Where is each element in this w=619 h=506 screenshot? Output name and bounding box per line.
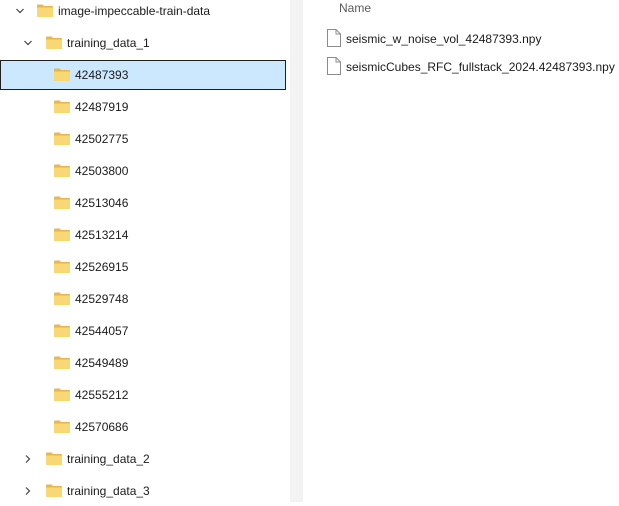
tree-item-label: 42487393 bbox=[75, 68, 129, 82]
tree-item-label: 42513046 bbox=[75, 196, 129, 210]
tree-item-folder[interactable]: 42570686 bbox=[0, 412, 286, 442]
folder-icon bbox=[54, 100, 70, 113]
folder-icon bbox=[54, 228, 70, 241]
tree-item-label: 42549489 bbox=[75, 356, 129, 370]
file-name: seismicCubes_RFC_fullstack_2024.42487393… bbox=[346, 60, 615, 74]
file-icon bbox=[327, 57, 341, 75]
tree-item-label: image-impeccable-train-data bbox=[58, 4, 211, 18]
tree-item-label: 42555212 bbox=[75, 388, 129, 402]
pane-splitter[interactable] bbox=[290, 0, 303, 502]
folder-icon bbox=[54, 164, 70, 177]
tree-item-folder[interactable]: 42544057 bbox=[0, 316, 286, 346]
tree-item-folder[interactable]: 42503800 bbox=[0, 156, 286, 186]
folder-icon bbox=[54, 196, 70, 209]
folder-icon bbox=[54, 68, 70, 81]
chevron-down-icon[interactable] bbox=[14, 0, 26, 26]
tree-item-label: 42513214 bbox=[75, 228, 129, 242]
file-row[interactable]: seismic_w_noise_vol_42487393.npy bbox=[303, 26, 619, 52]
tree-item-label: 42487919 bbox=[75, 100, 129, 114]
tree-item-folder[interactable]: 42487919 bbox=[0, 92, 286, 122]
tree-item-label: 42544057 bbox=[75, 324, 129, 338]
tree-item-label: training_data_1 bbox=[67, 36, 150, 50]
file-name: seismic_w_noise_vol_42487393.npy bbox=[346, 32, 542, 46]
tree-item-label: 42526915 bbox=[75, 260, 129, 274]
tree-item-folder[interactable]: 42529748 bbox=[0, 284, 286, 314]
folder-icon bbox=[54, 292, 70, 305]
tree-item-folder[interactable]: 42549489 bbox=[0, 348, 286, 378]
tree-item-root[interactable]: image-impeccable-train-data bbox=[0, 0, 286, 26]
tree-item-label: 42502775 bbox=[75, 132, 129, 146]
chevron-down-icon[interactable] bbox=[22, 28, 34, 58]
folder-icon bbox=[54, 132, 70, 145]
folder-icon bbox=[54, 260, 70, 273]
file-icon bbox=[327, 29, 341, 47]
folder-icon bbox=[37, 4, 53, 17]
folder-icon bbox=[54, 420, 70, 433]
file-list-pane: Name seismic_w_noise_vol_42487393.npy se… bbox=[303, 0, 619, 502]
tree-item-label: 42529748 bbox=[75, 292, 129, 306]
tree-item-training-data-1[interactable]: training_data_1 bbox=[0, 28, 286, 58]
tree-item-label: 42503800 bbox=[75, 164, 129, 178]
tree-item-folder[interactable]: 42555212 bbox=[0, 380, 286, 410]
navigation-pane: image-impeccable-train-data training_dat… bbox=[0, 0, 298, 502]
tree-item-folder[interactable]: 42502775 bbox=[0, 124, 286, 154]
tree-item-training-data-2[interactable]: training_data_2 bbox=[0, 444, 286, 474]
file-row[interactable]: seismicCubes_RFC_fullstack_2024.42487393… bbox=[303, 54, 619, 80]
folder-icon bbox=[46, 36, 62, 49]
folder-icon bbox=[46, 452, 62, 465]
folder-icon bbox=[54, 356, 70, 369]
chevron-right-icon[interactable] bbox=[22, 444, 34, 474]
tree-item-folder[interactable]: 42526915 bbox=[0, 252, 286, 282]
folder-icon bbox=[54, 388, 70, 401]
tree-item-label: training_data_2 bbox=[67, 452, 150, 466]
name-column-header[interactable]: Name bbox=[339, 0, 371, 16]
tree-item-folder-selected[interactable]: 42487393 bbox=[0, 60, 286, 90]
tree-item-label: 42570686 bbox=[75, 420, 129, 434]
tree-item-folder[interactable]: 42513214 bbox=[0, 220, 286, 250]
tree-item-folder[interactable]: 42513046 bbox=[0, 188, 286, 218]
folder-icon bbox=[46, 484, 62, 497]
folder-icon bbox=[54, 324, 70, 337]
